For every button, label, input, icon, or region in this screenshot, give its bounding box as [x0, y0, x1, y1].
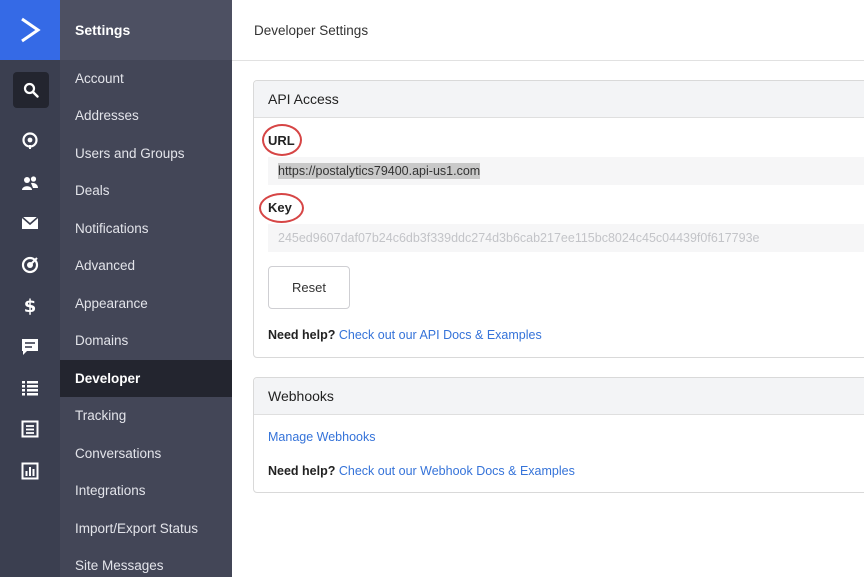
url-field[interactable]: https://postalytics79400.api-us1.com — [268, 157, 864, 185]
manage-webhooks-row: Manage Webhooks — [268, 430, 375, 444]
reset-button[interactable]: Reset — [268, 266, 350, 309]
webhooks-panel: Webhooks Manage Webhooks Need help? Chec… — [253, 377, 864, 493]
rail-automations-button[interactable] — [0, 247, 60, 283]
menu-item-tracking[interactable]: Tracking — [60, 397, 232, 434]
menu-item-site-messages[interactable]: Site Messages — [60, 547, 232, 577]
menu-item-appearance[interactable]: Appearance — [60, 285, 232, 322]
app-logo[interactable] — [0, 0, 60, 60]
api-access-title: API Access — [254, 81, 864, 118]
rail-deals-button[interactable]: $ — [0, 288, 60, 324]
bar-chart-icon — [21, 462, 39, 480]
menu-item-notifications[interactable]: Notifications — [60, 210, 232, 247]
menu-item-import-export-status[interactable]: Import/Export Status — [60, 510, 232, 547]
rail-contacts-map-button[interactable] — [0, 123, 60, 159]
search-icon — [23, 82, 39, 98]
rail-contacts-button[interactable] — [0, 165, 60, 201]
dollar-icon: $ — [24, 296, 37, 316]
key-label: Key — [268, 200, 292, 215]
menu-item-account[interactable]: Account — [60, 60, 232, 97]
webhook-help-prefix: Need help? — [268, 464, 336, 478]
key-field[interactable]: 245ed9607daf07b24c6db3f339ddc274d3b6cab2… — [268, 224, 864, 252]
menu-item-deals[interactable]: Deals — [60, 172, 232, 209]
menu-item-integrations[interactable]: Integrations — [60, 472, 232, 509]
menu-item-developer[interactable]: Developer — [60, 360, 232, 397]
location-pin-icon — [22, 132, 38, 149]
webhook-docs-link[interactable]: Check out our Webhook Docs & Examples — [339, 464, 575, 478]
search-button[interactable] — [13, 72, 49, 108]
url-value: https://postalytics79400.api-us1.com — [278, 163, 481, 179]
manage-webhooks-link[interactable]: Manage Webhooks — [268, 430, 375, 444]
settings-menu-title: Settings — [60, 0, 232, 60]
list-icon — [22, 381, 38, 396]
settings-menu: Settings Account Addresses Users and Gro… — [60, 0, 232, 577]
url-label: URL — [268, 133, 295, 148]
rail-forms-button[interactable] — [0, 411, 60, 447]
icon-rail: $ — [0, 0, 60, 577]
target-icon — [21, 256, 39, 274]
menu-item-addresses[interactable]: Addresses — [60, 97, 232, 134]
menu-item-users-and-groups[interactable]: Users and Groups — [60, 135, 232, 172]
webhook-help-text: Need help? Check out our Webhook Docs & … — [268, 464, 575, 478]
rail-conversations-button[interactable] — [0, 329, 60, 365]
document-icon — [21, 420, 39, 438]
api-help-text: Need help? Check out our API Docs & Exam… — [268, 328, 542, 342]
main-content: API Access URL https://postalytics79400.… — [232, 61, 864, 577]
contacts-icon — [22, 176, 38, 190]
menu-item-domains[interactable]: Domains — [60, 322, 232, 359]
envelope-icon — [21, 216, 39, 229]
chevron-logo-icon — [21, 17, 41, 43]
chat-icon — [22, 339, 38, 355]
rail-campaigns-button[interactable] — [0, 205, 60, 241]
api-help-prefix: Need help? — [268, 328, 336, 342]
api-access-panel: API Access URL https://postalytics79400.… — [253, 80, 864, 358]
rail-lists-button[interactable] — [0, 370, 60, 406]
svg-text:$: $ — [24, 296, 37, 316]
page-title: Developer Settings — [254, 22, 369, 38]
rail-reports-button[interactable] — [0, 453, 60, 489]
webhooks-title: Webhooks — [254, 378, 864, 415]
api-docs-link[interactable]: Check out our API Docs & Examples — [339, 328, 542, 342]
menu-item-conversations[interactable]: Conversations — [60, 435, 232, 472]
key-value: 245ed9607daf07b24c6db3f339ddc274d3b6cab2… — [278, 231, 760, 245]
page-header: Developer Settings — [232, 0, 864, 61]
menu-item-advanced[interactable]: Advanced — [60, 247, 232, 284]
